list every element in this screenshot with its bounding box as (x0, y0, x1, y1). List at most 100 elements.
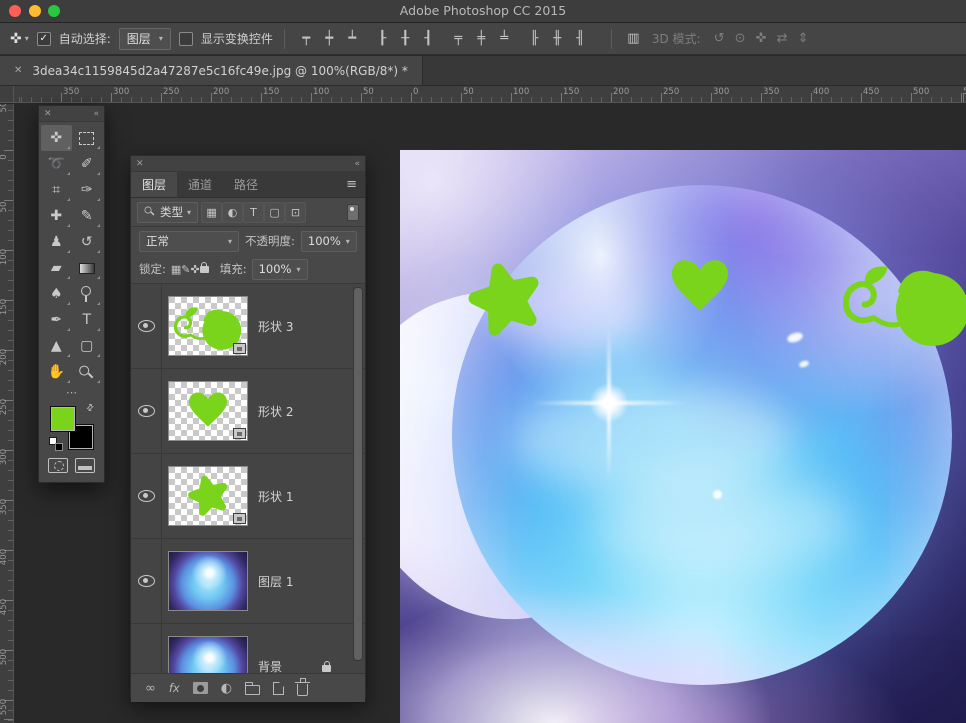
filter-toggle[interactable] (347, 204, 359, 221)
tab-paths[interactable]: 路径 (223, 172, 269, 197)
swap-colors-icon[interactable]: ⇄ (85, 402, 97, 414)
new-group-button[interactable] (245, 682, 260, 695)
3d-scale-icon[interactable]: ⇕ (793, 31, 814, 46)
type-tool[interactable]: T (72, 307, 103, 333)
crop-tool[interactable]: ⌗ (41, 177, 72, 203)
ruler-horizontal[interactable]: 3503002502001501005005010015020025030035… (14, 86, 966, 103)
auto-align-icon[interactable]: ▥ (623, 31, 644, 46)
lasso-tool[interactable]: ➰ (41, 151, 72, 177)
spot-healing-brush-tool[interactable]: ✚ (41, 203, 72, 229)
lock-all-icon[interactable] (200, 266, 209, 273)
layer-row-shape-1[interactable]: 形状 1 (131, 454, 365, 539)
align-bottom-edges-icon[interactable]: ┷ (342, 31, 363, 46)
3d-roll-icon[interactable]: ⊙ (730, 31, 751, 46)
path-selection-tool[interactable]: ▲ (41, 333, 72, 359)
gradient-tool[interactable] (72, 255, 103, 281)
filter-pixel-layers-icon[interactable]: ▦ (201, 202, 222, 223)
auto-select-target-select[interactable]: 图层▾ (119, 28, 171, 50)
align-vertical-centers-icon[interactable]: ┿ (319, 31, 340, 46)
layer-thumbnail[interactable] (168, 296, 248, 356)
brush-tool[interactable]: ✎ (72, 203, 103, 229)
tab-channels[interactable]: 通道 (177, 172, 223, 197)
eraser-tool[interactable]: ▰ (41, 255, 72, 281)
document-tab[interactable]: ✕ 3dea34c1159845d2a47287e5c16fc49e.jpg @… (0, 56, 423, 85)
filter-adjustment-layers-icon[interactable]: ◐ (222, 202, 243, 223)
align-horizontal-centers-icon[interactable]: ╂ (395, 31, 416, 46)
blur-tool[interactable]: ♠ (41, 281, 72, 307)
distribute-bottom-edges-icon[interactable]: ╧ (494, 31, 515, 46)
visibility-toggle[interactable] (131, 369, 162, 453)
visibility-toggle[interactable] (131, 539, 162, 623)
edit-toolbar-button[interactable]: ⋯ (39, 386, 104, 402)
filter-smart-objects-icon[interactable]: ⊡ (285, 202, 306, 223)
distribute-horizontal-centers-icon[interactable]: ╫ (547, 31, 568, 46)
show-transform-checkbox[interactable]: ✓ (179, 32, 193, 46)
tab-layers[interactable]: 图层 (131, 172, 177, 197)
zoom-tool[interactable] (72, 359, 103, 385)
clone-stamp-tool[interactable]: ♟ (41, 229, 72, 255)
foreground-color-swatch[interactable] (51, 407, 75, 431)
document-canvas[interactable] (400, 150, 966, 723)
distribute-right-edges-icon[interactable]: ╢ (570, 31, 591, 46)
align-right-edges-icon[interactable]: ┨ (418, 31, 439, 46)
scrollbar[interactable] (353, 287, 363, 661)
quick-mask-button[interactable] (48, 458, 68, 473)
align-left-edges-icon[interactable]: ┠ (372, 31, 393, 46)
rectangular-marquee-tool[interactable] (72, 125, 103, 151)
eyedropper-tool[interactable]: ✑ (72, 177, 103, 203)
3d-slide-icon[interactable]: ⇄ (772, 31, 793, 46)
visibility-toggle[interactable] (131, 454, 162, 538)
opacity-select[interactable]: 100%▾ (301, 231, 357, 252)
ruler-corner[interactable] (0, 86, 14, 103)
auto-select-checkbox[interactable]: ✓ (37, 32, 51, 46)
fill-select[interactable]: 100%▾ (252, 259, 308, 280)
distribute-top-edges-icon[interactable]: ╤ (448, 31, 469, 46)
pen-tool[interactable]: ✒ (41, 307, 72, 333)
adjustment-layer-button[interactable]: ◐ (221, 681, 232, 696)
move-tool[interactable]: ✜ (41, 125, 72, 151)
layer-thumbnail[interactable] (168, 466, 248, 526)
shape-tool[interactable]: ▢ (72, 333, 103, 359)
blend-mode-select[interactable]: 正常▾ (139, 231, 239, 252)
layer-row-layer-1[interactable]: 图层 1 (131, 539, 365, 624)
distribute-vertical-centers-icon[interactable]: ╪ (471, 31, 492, 46)
panel-close-icon[interactable]: ✕ (44, 109, 52, 119)
panel-menu-icon[interactable]: ≡ (346, 177, 365, 192)
panel-collapse-icon[interactable]: « (354, 159, 360, 169)
mouse-ornament-shape[interactable] (846, 266, 966, 346)
traffic-light-minimize-icon[interactable] (29, 5, 41, 17)
3d-pan-icon[interactable]: ✜ (751, 31, 772, 46)
add-layer-mask-button[interactable] (193, 682, 208, 694)
star-shape[interactable] (469, 262, 541, 332)
default-colors-icon[interactable] (49, 437, 63, 451)
lock-transparent-pixels-icon[interactable]: ▦ (171, 263, 181, 276)
lock-position-icon[interactable]: ✜ (191, 263, 200, 276)
layer-row-background[interactable]: 背景 (131, 624, 365, 673)
layer-row-shape-3[interactable]: 形状 3 (131, 284, 365, 369)
heart-shape[interactable] (672, 260, 728, 310)
layer-thumbnail[interactable] (168, 381, 248, 441)
current-tool-icon[interactable]: ✜▾ (10, 31, 29, 47)
visibility-toggle[interactable] (131, 624, 162, 673)
traffic-light-zoom-icon[interactable] (48, 5, 60, 17)
history-brush-tool[interactable]: ↺ (72, 229, 103, 255)
panel-close-icon[interactable]: ✕ (136, 159, 144, 169)
filter-shape-layers-icon[interactable]: ▢ (264, 202, 285, 223)
quick-selection-tool[interactable]: ✐ (72, 151, 103, 177)
new-layer-button[interactable] (273, 682, 284, 695)
panel-collapse-icon[interactable]: « (93, 109, 99, 119)
link-layers-button[interactable]: ∞ (145, 681, 156, 696)
dodge-tool[interactable] (72, 281, 103, 307)
layer-row-shape-2[interactable]: 形状 2 (131, 369, 365, 454)
layer-thumbnail[interactable] (168, 551, 248, 611)
screen-mode-button[interactable] (75, 458, 95, 473)
distribute-left-edges-icon[interactable]: ╟ (524, 31, 545, 46)
tab-close-icon[interactable]: ✕ (14, 65, 22, 76)
hand-tool[interactable]: ✋ (41, 359, 72, 385)
layer-style-button[interactable]: fx (169, 681, 180, 695)
ruler-vertical[interactable]: 50050100150200250300350400450500550 (0, 104, 14, 723)
kind-filter-select[interactable]: 类型 ▾ (137, 202, 198, 223)
lock-image-pixels-icon[interactable]: ✎ (181, 263, 190, 276)
filter-type-layers-icon[interactable]: T (243, 202, 264, 223)
visibility-toggle[interactable] (131, 284, 162, 368)
